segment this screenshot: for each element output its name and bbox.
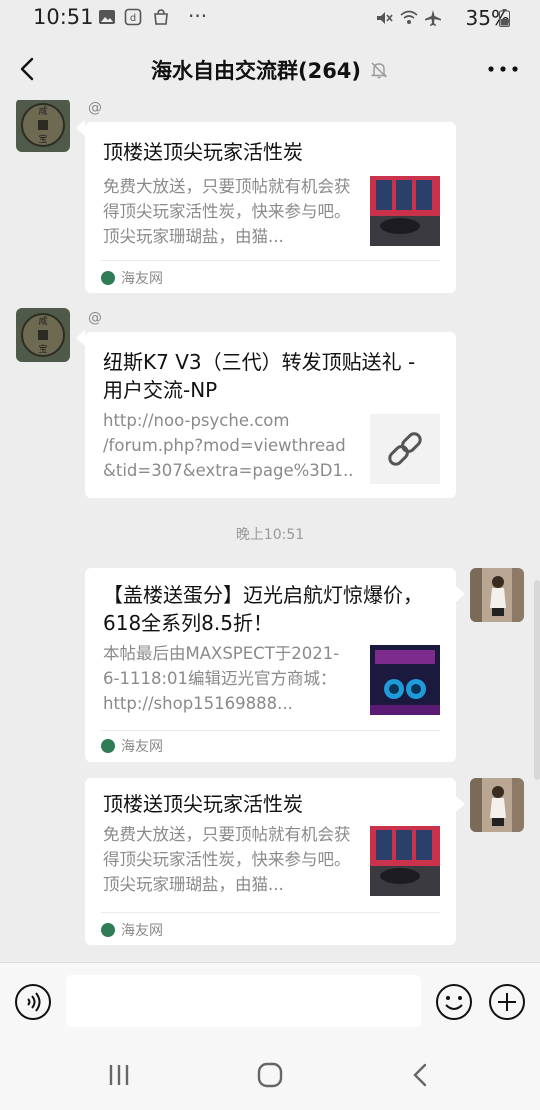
bag-icon	[154, 9, 168, 25]
card-thumbnail	[370, 645, 440, 715]
link-card[interactable]: 【盖楼送蛋分】迈光启航灯惊爆价，618全系列8.5折！ 本帖最后由MAXSPEC…	[85, 568, 456, 762]
link-card[interactable]: 纽斯K7 V3（三代）转发顶贴送礼 - 用户交流-NP http://noo-p…	[85, 332, 456, 498]
battery-icon	[499, 9, 510, 27]
timestamp-divider: 晚上10:51	[235, 527, 305, 543]
card-source-label: 海友网	[121, 739, 163, 755]
svg-text:d: d	[130, 13, 136, 24]
source-logo-icon	[101, 271, 115, 285]
card-source: 海友网	[101, 920, 163, 940]
profile-photo	[470, 778, 524, 832]
link-card[interactable]: 顶楼送顶尖玩家活性炭 免费大放送，只要顶帖就有机会获得顶尖玩家活性炭，快来参与吧…	[85, 122, 456, 293]
gallery-icon	[99, 10, 115, 24]
card-link-placeholder	[370, 414, 440, 484]
card-title: 【盖楼送蛋分】迈光启航灯惊爆价，618全系列8.5折！	[103, 583, 423, 635]
system-back-icon[interactable]	[406, 1060, 436, 1090]
input-bar	[0, 962, 540, 1040]
coin-avatar-image: 咸宝	[16, 308, 70, 362]
card-thumbnail	[370, 176, 440, 246]
bubble-tail	[456, 586, 465, 602]
bubble-tail	[76, 330, 85, 346]
recent-apps-icon[interactable]	[104, 1060, 134, 1090]
card-source-label: 海友网	[121, 271, 163, 287]
my-avatar[interactable]	[470, 778, 524, 832]
product-image	[370, 176, 440, 246]
airplane-icon	[425, 10, 441, 26]
card-title: 顶楼送顶尖玩家活性炭	[103, 140, 303, 164]
card-source: 海友网	[101, 268, 163, 288]
source-logo-icon	[101, 739, 115, 753]
card-thumbnail	[370, 826, 440, 896]
chat-message-list[interactable]: 咸宝 @ 顶楼送顶尖玩家活性炭 免费大放送，只要顶帖就有机会获得顶尖玩家活性炭，…	[0, 100, 540, 962]
chat-header: 海水自由交流群(264)	[0, 38, 540, 100]
link-icon	[388, 432, 422, 466]
muted-bell-icon	[370, 62, 388, 79]
source-logo-icon	[101, 923, 115, 937]
card-description: http://noo-psyche.com /forum.php?mod=vie…	[103, 411, 355, 480]
sender-avatar[interactable]: 咸宝	[16, 308, 70, 362]
mute-icon	[377, 12, 393, 24]
card-separator	[101, 730, 440, 731]
more-notifications-icon: ···	[188, 4, 208, 28]
emoji-icon[interactable]	[435, 983, 473, 1021]
message-input[interactable]	[66, 975, 421, 1027]
link-card[interactable]: 顶楼送顶尖玩家活性炭 免费大放送，只要顶帖就有机会获得顶尖玩家活性炭，快来参与吧…	[85, 778, 456, 945]
status-bar: 10:51 d ··· 35%	[0, 0, 540, 38]
status-time: 10:51	[33, 5, 94, 29]
card-description: 免费大放送，只要顶帖就有机会获得顶尖玩家活性炭，快来参与吧。顶尖玩家珊瑚盐，由猫…	[103, 825, 351, 894]
coin-avatar-image: 咸宝	[16, 100, 70, 152]
home-icon[interactable]	[255, 1060, 285, 1090]
bubble-tail	[456, 796, 465, 812]
product-image	[370, 826, 440, 896]
sender-avatar[interactable]: 咸宝	[16, 100, 70, 152]
scrollbar[interactable]	[534, 580, 540, 780]
system-navigation-bar	[0, 1040, 540, 1110]
app-d-icon: d	[124, 8, 142, 26]
wifi-icon	[400, 10, 418, 24]
card-description: 本帖最后由MAXSPECT于2021-6-1118:01编辑迈光官方商城：htt…	[103, 644, 340, 713]
profile-photo	[470, 568, 524, 622]
my-avatar[interactable]	[470, 568, 524, 622]
card-source: 海友网	[101, 736, 163, 756]
card-source-label: 海友网	[121, 923, 163, 939]
card-separator	[101, 912, 440, 913]
svg-text:咸: 咸	[38, 315, 47, 327]
card-description: 免费大放送，只要顶帖就有机会获得顶尖玩家活性炭，快来参与吧。顶尖玩家珊瑚盐，由猫…	[103, 177, 351, 246]
bubble-tail	[76, 120, 85, 136]
chat-title-wrap: 海水自由交流群(264)	[0, 55, 540, 85]
add-attachment-icon[interactable]	[488, 983, 526, 1021]
sender-name: @	[88, 100, 102, 116]
more-options-icon[interactable]	[486, 58, 520, 80]
svg-text:咸: 咸	[38, 105, 47, 117]
card-title: 纽斯K7 V3（三代）转发顶贴送礼 - 用户交流-NP	[103, 350, 416, 402]
svg-text:宝: 宝	[38, 133, 47, 145]
svg-text:宝: 宝	[38, 343, 47, 355]
card-separator	[101, 260, 440, 261]
sender-name: @	[88, 310, 102, 326]
product-image	[370, 645, 440, 715]
chat-title: 海水自由交流群(264)	[150, 59, 362, 83]
voice-input-icon[interactable]	[14, 983, 52, 1021]
card-title: 顶楼送顶尖玩家活性炭	[103, 792, 303, 816]
